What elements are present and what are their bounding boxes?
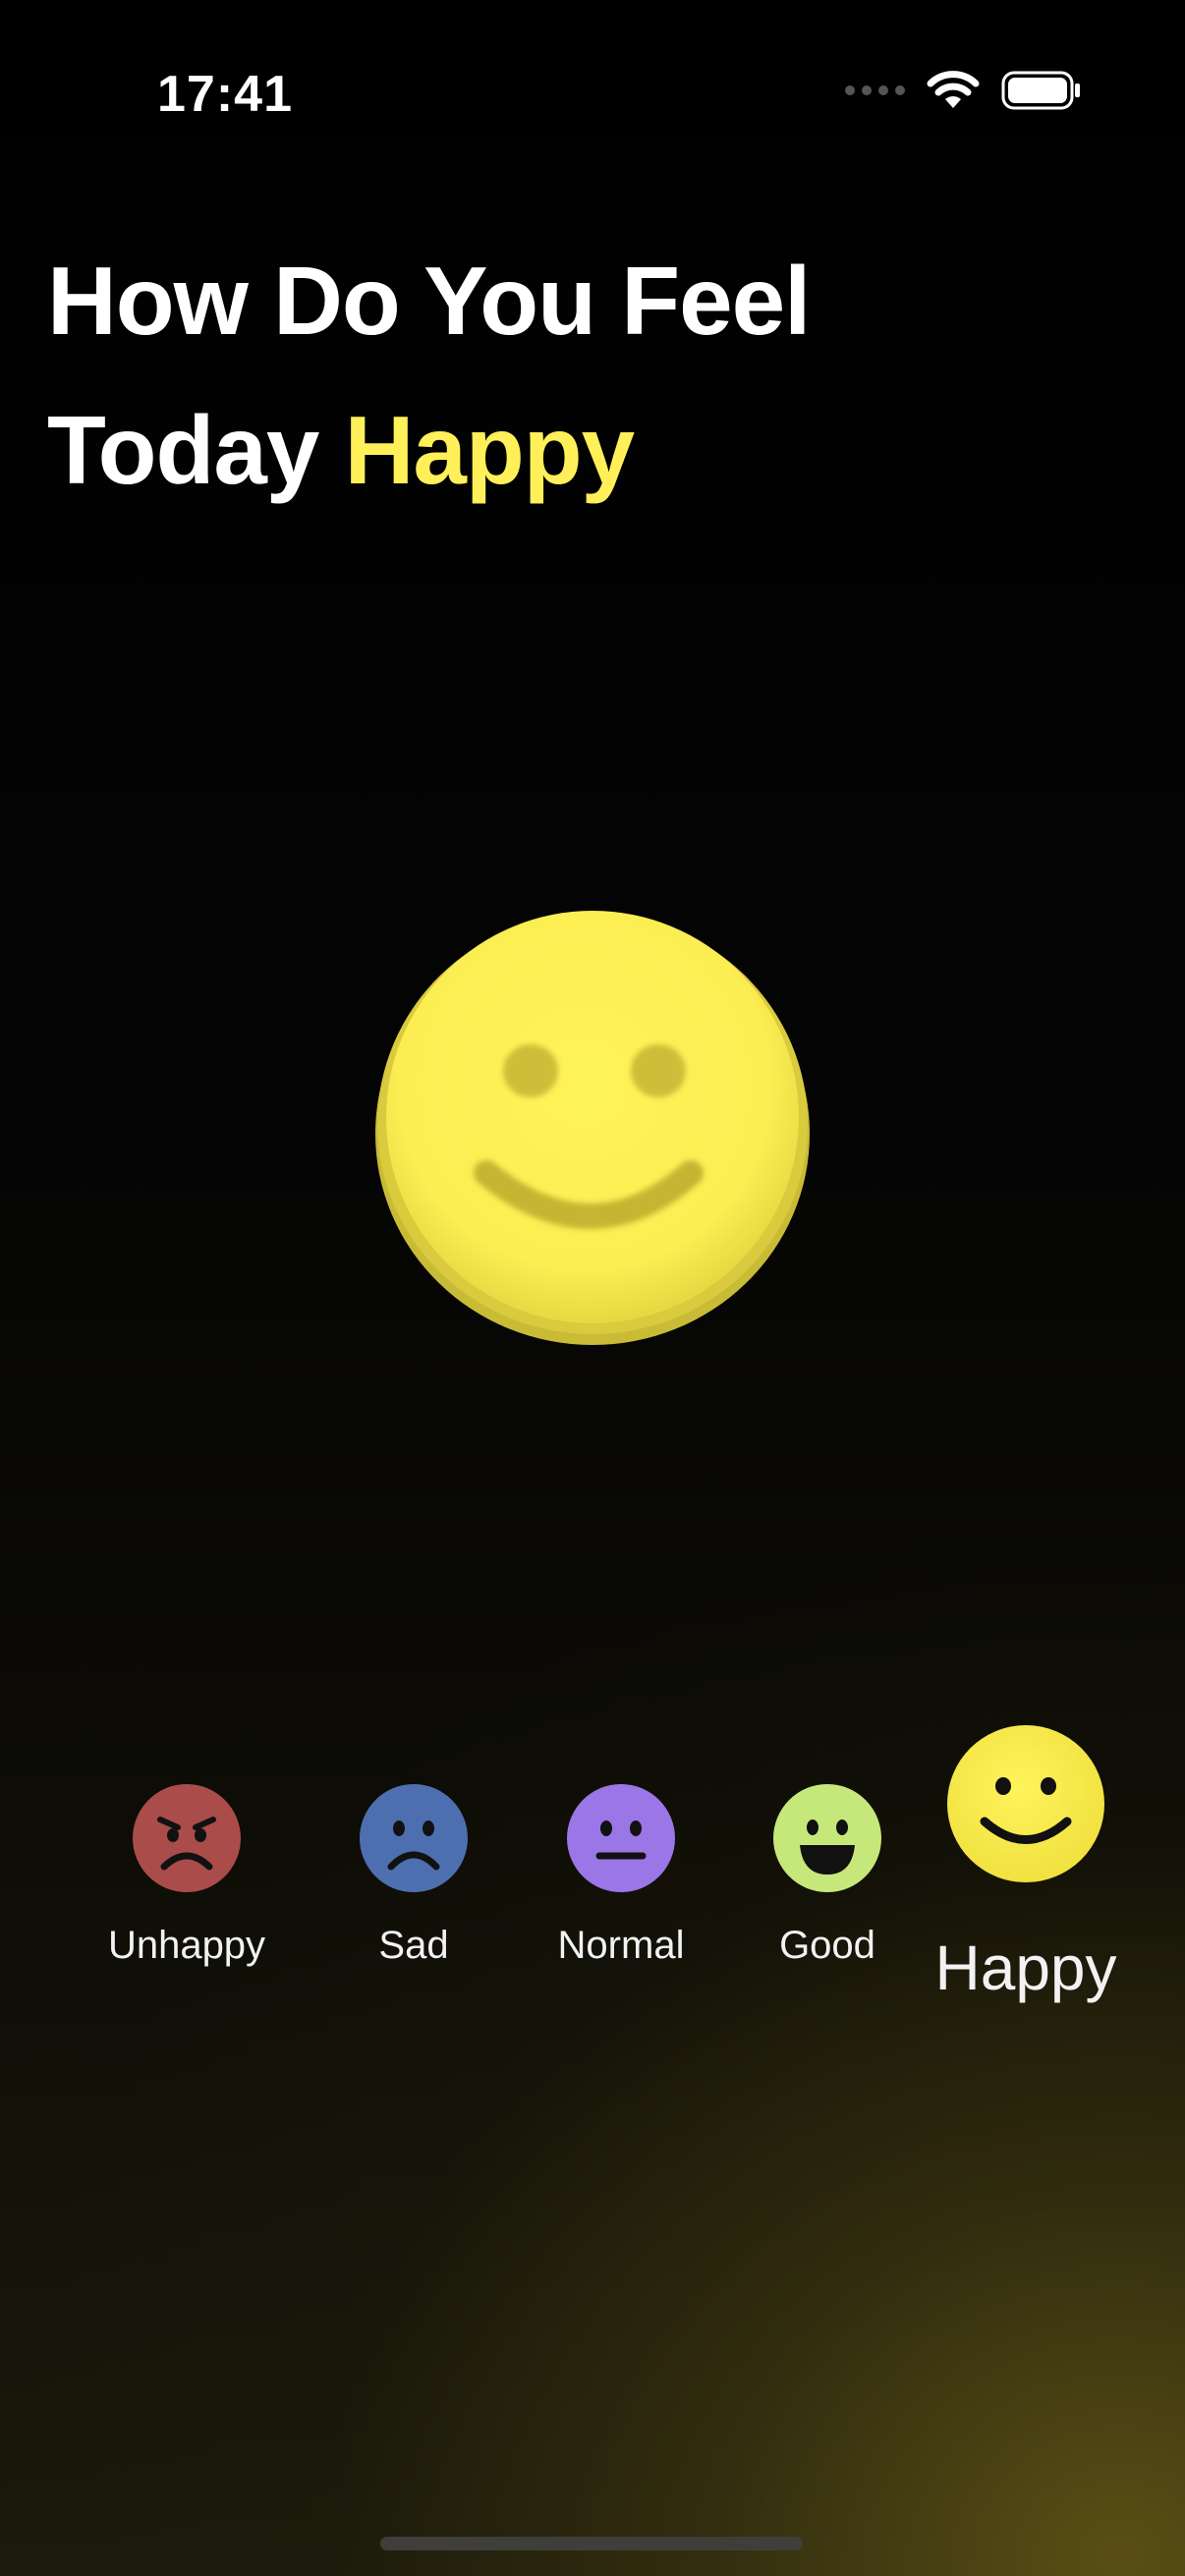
app-screen: 17:41 How Do You Feel Today Happy Unhapp… [0, 0, 1185, 2576]
mood-label-good: Good [779, 1924, 875, 1967]
title-line-2: Today Happy [47, 375, 810, 525]
battery-icon [1001, 71, 1082, 110]
mood-option-sad[interactable]: Sad [330, 1784, 497, 1968]
home-indicator[interactable] [380, 2537, 803, 2550]
mood-label-unhappy: Unhappy [107, 1924, 266, 1967]
current-mood-label: Happy [344, 396, 636, 504]
status-icons [845, 71, 1082, 110]
angry-face-icon [133, 1784, 241, 1892]
mood-option-unhappy[interactable]: Unhappy [103, 1784, 270, 1968]
large-smiling-face-icon [373, 906, 812, 1348]
page-title: How Do You Feel Today Happy [47, 226, 811, 525]
status-time: 17:41 [157, 66, 293, 123]
mood-option-normal[interactable]: Normal [537, 1784, 705, 1968]
mood-option-good[interactable]: Good [744, 1784, 911, 1968]
wifi-icon [927, 71, 980, 110]
cellular-signal-icon [845, 85, 905, 95]
title-line-1: How Do You Feel [47, 247, 811, 355]
mood-label-normal: Normal [557, 1924, 685, 1967]
mood-label-sad: Sad [378, 1924, 449, 1967]
title-prefix: Today [47, 396, 319, 504]
grinning-face-icon [773, 1784, 881, 1892]
smiling-face-icon [947, 1725, 1104, 1882]
mood-option-happy[interactable]: Happy [918, 1725, 1134, 2004]
neutral-face-icon [567, 1784, 675, 1892]
sad-face-icon [360, 1784, 468, 1892]
mood-label-happy: Happy [934, 1932, 1117, 2003]
